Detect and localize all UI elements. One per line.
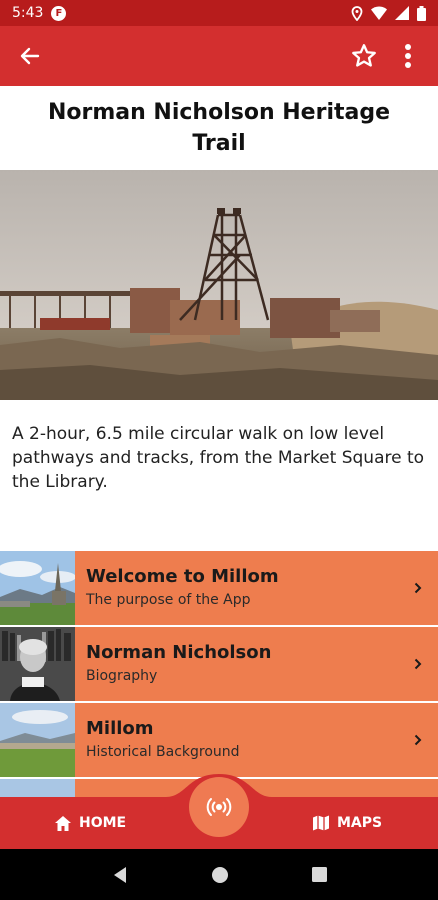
- back-arrow-icon: [20, 47, 40, 65]
- item-title: Norman Nicholson: [86, 642, 272, 663]
- chevron-right-icon: [414, 734, 422, 746]
- maps-tab[interactable]: MAPS: [313, 797, 382, 849]
- chevron-right-icon: [414, 582, 422, 594]
- thumbnail-norman-nicholson: [0, 627, 75, 701]
- home-circle-icon[interactable]: [211, 866, 229, 884]
- more-vert-icon: [405, 44, 411, 68]
- item-subtitle: Biography: [86, 668, 158, 684]
- system-icons: [351, 5, 426, 21]
- list-item-welcome[interactable]: Welcome to Millom The purpose of the App: [0, 551, 438, 627]
- app-bar: [0, 26, 438, 86]
- star-outline-icon: [352, 44, 376, 67]
- home-icon: [55, 815, 71, 831]
- item-title: Welcome to Millom: [86, 566, 279, 587]
- recents-square-icon[interactable]: [311, 867, 327, 882]
- page-title: Norman Nicholson Heritage Trail: [47, 100, 391, 156]
- list-item-norman-nicholson[interactable]: Norman Nicholson Biography: [0, 627, 438, 703]
- signal-icon: [395, 6, 409, 20]
- hero-image: [0, 170, 438, 400]
- home-label: HOME: [79, 815, 127, 831]
- item-subtitle: Historical Background: [86, 744, 240, 760]
- list-item-millom[interactable]: Millom Historical Background: [0, 703, 438, 779]
- location-icon: [351, 5, 363, 21]
- status-time: 5:43: [12, 5, 44, 21]
- item-title: Millom: [86, 718, 154, 739]
- battery-icon: [417, 5, 426, 21]
- item-subtitle: The purpose of the App: [86, 592, 251, 608]
- intro-text: A 2-hour, 6.5 mile circular walk on low …: [12, 424, 425, 492]
- status-bar: 5:43 F: [0, 0, 438, 26]
- home-tab[interactable]: HOME: [55, 797, 126, 849]
- thumbnail-welcome: [0, 551, 75, 625]
- system-nav-bar: [0, 849, 438, 900]
- broadcast-icon: [206, 798, 232, 816]
- wifi-icon: [371, 6, 387, 20]
- map-icon: [313, 815, 329, 831]
- maps-label: MAPS: [337, 815, 383, 831]
- back-triangle-icon[interactable]: [112, 866, 128, 884]
- favorite-button[interactable]: [342, 34, 386, 78]
- back-button[interactable]: [8, 34, 52, 78]
- thumbnail-millom: [0, 703, 75, 777]
- broadcast-fab[interactable]: [189, 777, 249, 837]
- more-options-button[interactable]: [386, 34, 430, 78]
- app-notification-icon: F: [51, 5, 67, 21]
- chevron-right-icon: [414, 658, 422, 670]
